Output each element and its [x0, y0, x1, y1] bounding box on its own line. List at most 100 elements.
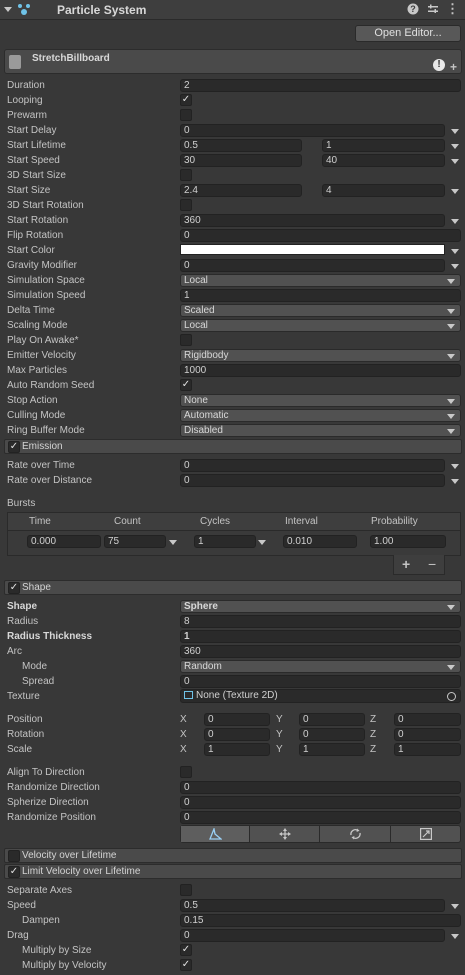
shape-enable-checkbox[interactable]: ✓ [8, 582, 20, 594]
remove-burst-button[interactable]: − [428, 556, 436, 572]
emitter-velocity-dropdown[interactable]: Rigidbody [180, 349, 461, 362]
dampen-field[interactable]: 0.15 [180, 914, 461, 927]
bursts-col-interval: Interval [285, 516, 318, 527]
gravity-modifier-field[interactable]: 0 [180, 259, 445, 272]
ring-buffer-mode-dropdown[interactable]: Disabled [180, 424, 461, 437]
spherize-direction-field[interactable]: 0 [180, 796, 461, 809]
separate-axes-checkbox[interactable] [180, 884, 192, 896]
start-color-swatch[interactable] [180, 244, 445, 255]
stop-action-dropdown[interactable]: None [180, 394, 461, 407]
context-menu-icon[interactable]: ⋮ [446, 1, 459, 17]
limit-velocity-header[interactable]: ✓ Limit Velocity over Lifetime [4, 864, 462, 879]
gravity-modifier-mode-icon[interactable] [451, 264, 459, 269]
start-speed-max-field[interactable]: 40 [322, 154, 445, 167]
rate-over-time-mode-icon[interactable] [451, 464, 459, 469]
3d-start-rotation-checkbox[interactable] [180, 199, 192, 211]
object-picker-icon[interactable] [447, 692, 456, 701]
scale-shape-button[interactable] [392, 826, 460, 842]
start-rotation-field[interactable]: 360 [180, 214, 445, 227]
burst-count-mode-icon[interactable] [169, 540, 177, 545]
start-speed-mode-icon[interactable] [451, 159, 459, 164]
play-on-awake-checkbox[interactable] [180, 334, 192, 346]
position-x-field[interactable]: 0 [204, 713, 270, 726]
start-size-mode-icon[interactable] [451, 189, 459, 194]
drag-mode-icon[interactable] [451, 934, 459, 939]
radius-thickness-field[interactable]: 1 [180, 630, 461, 643]
scale-y-field[interactable]: 1 [299, 743, 365, 756]
start-color-mode-icon[interactable] [451, 249, 459, 254]
arc-spread-field[interactable]: 0 [180, 675, 461, 688]
start-lifetime-mode-icon[interactable] [451, 144, 459, 149]
open-editor-button[interactable]: Open Editor... [355, 25, 461, 42]
burst-count-field[interactable]: 75 [104, 535, 166, 548]
arc-field[interactable]: 360 [180, 645, 461, 658]
culling-mode-dropdown[interactable]: Automatic [180, 409, 461, 422]
start-speed-label: Start Speed [7, 155, 60, 166]
warning-icon[interactable]: ! [433, 59, 445, 71]
limit-velocity-checkbox[interactable]: ✓ [8, 866, 20, 878]
flip-rotation-field[interactable]: 0 [180, 229, 461, 242]
rotation-z-field[interactable]: 0 [394, 728, 461, 741]
3d-start-size-checkbox[interactable] [180, 169, 192, 181]
duration-field[interactable]: 2 [180, 79, 461, 92]
shape-dropdown[interactable]: Sphere [180, 600, 461, 613]
start-rotation-mode-icon[interactable] [451, 219, 459, 224]
edit-shape-button[interactable] [181, 826, 250, 842]
randomize-direction-field[interactable]: 0 [180, 781, 461, 794]
position-z-field[interactable]: 0 [394, 713, 461, 726]
emission-module-header[interactable]: ✓ Emission [4, 439, 462, 454]
add-module-icon[interactable]: + [450, 60, 457, 74]
align-to-direction-checkbox[interactable] [180, 766, 192, 778]
start-size-max-field[interactable]: 4 [322, 184, 445, 197]
velocity-over-lifetime-checkbox[interactable] [8, 850, 20, 862]
start-lifetime-max-field[interactable]: 1 [322, 139, 445, 152]
scaling-mode-dropdown[interactable]: Local [180, 319, 461, 332]
position-y-field[interactable]: 0 [299, 713, 365, 726]
max-particles-field[interactable]: 1000 [180, 364, 461, 377]
prewarm-checkbox[interactable] [180, 109, 192, 121]
start-speed-min-field[interactable]: 30 [180, 154, 302, 167]
rate-over-time-field[interactable]: 0 [180, 459, 445, 472]
add-burst-button[interactable]: + [402, 556, 410, 572]
drag-field[interactable]: 0 [180, 929, 445, 942]
move-shape-button[interactable] [251, 826, 320, 842]
preset-icon[interactable] [427, 3, 439, 15]
randomize-position-field[interactable]: 0 [180, 811, 461, 824]
rotation-x-field[interactable]: 0 [204, 728, 270, 741]
scale-z-field[interactable]: 1 [394, 743, 461, 756]
arc-mode-dropdown[interactable]: Random [180, 660, 461, 673]
delta-time-dropdown[interactable]: Scaled [180, 304, 461, 317]
multiply-by-velocity-checkbox[interactable]: ✓ [180, 959, 192, 971]
start-lifetime-min-field[interactable]: 0.5 [180, 139, 302, 152]
emission-enable-checkbox[interactable]: ✓ [8, 441, 20, 453]
rate-over-distance-field[interactable]: 0 [180, 474, 445, 487]
arc-spread-label: Spread [22, 676, 55, 687]
burst-cycles-field[interactable]: 1 [194, 535, 256, 548]
texture-field[interactable]: None (Texture 2D) [180, 689, 461, 703]
looping-checkbox[interactable]: ✓ [180, 94, 192, 106]
auto-random-seed-checkbox[interactable]: ✓ [180, 379, 192, 391]
simulation-space-label: Simulation Space [7, 275, 85, 286]
speed-mode-icon[interactable] [451, 904, 459, 909]
burst-probability-field[interactable]: 1.00 [370, 535, 446, 548]
speed-field[interactable]: 0.5 [180, 899, 445, 912]
burst-cycles-mode-icon[interactable] [258, 540, 266, 545]
shape-module-header[interactable]: ✓ Shape [4, 580, 462, 595]
rotation-y-field[interactable]: 0 [299, 728, 365, 741]
foldout-arrow-icon[interactable] [4, 7, 12, 12]
rate-over-distance-mode-icon[interactable] [451, 479, 459, 484]
multiply-by-size-checkbox[interactable]: ✓ [180, 944, 192, 956]
start-delay-field[interactable]: 0 [180, 124, 445, 137]
simulation-speed-field[interactable]: 1 [180, 289, 461, 302]
start-delay-mode-icon[interactable] [451, 129, 459, 134]
burst-time-field[interactable]: 0.000 [27, 535, 101, 548]
velocity-over-lifetime-header[interactable]: Velocity over Lifetime [4, 848, 462, 863]
rotate-shape-button[interactable] [321, 826, 391, 842]
start-size-min-field[interactable]: 2.4 [180, 184, 302, 197]
rate-over-distance-label: Rate over Distance [7, 475, 93, 486]
simulation-space-dropdown[interactable]: Local [180, 274, 461, 287]
radius-field[interactable]: 8 [180, 615, 461, 628]
scale-x-field[interactable]: 1 [204, 743, 270, 756]
burst-interval-field[interactable]: 0.010 [283, 535, 357, 548]
help-icon[interactable]: ? [407, 3, 419, 15]
